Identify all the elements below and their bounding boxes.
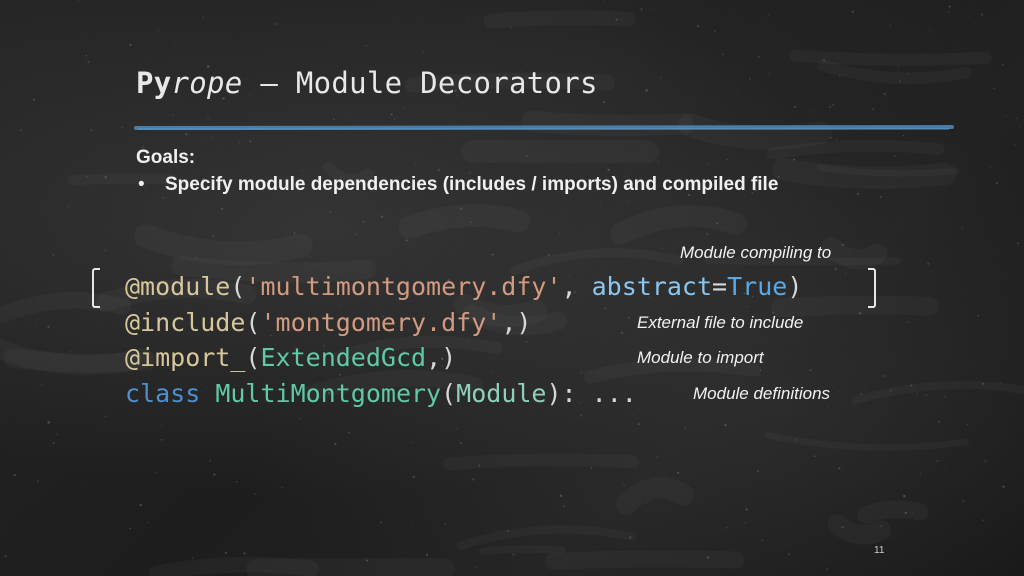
bullet-icon: • (138, 174, 145, 195)
code-base-class: Module (456, 379, 547, 408)
code-line-import: @import_(ExtendedGcd,) (125, 343, 456, 373)
code-ellipsis: ... (576, 379, 637, 408)
code-decorator: @import_ (125, 343, 246, 372)
code-comma: , (561, 272, 592, 301)
goal-item: Specify module dependencies (includes / … (165, 174, 779, 195)
code-paren: ) (787, 272, 803, 301)
code-kwarg: abstract (591, 272, 713, 301)
code-comma: , (501, 308, 517, 337)
code-equals: = (712, 272, 728, 301)
highlight-bracket-right (868, 268, 876, 308)
annotation-definitions: Module definitions (693, 384, 831, 403)
code-class-name: MultiMontgomery (215, 379, 442, 408)
code-identifier: ExtendedGcd (260, 343, 427, 372)
goals-heading: Goals: (136, 147, 196, 168)
code-paren: ): (546, 379, 577, 408)
slide: Pyrope – Module Decorators Goals: • Spec… (0, 0, 1024, 576)
slide-title: Pyrope – Module Decorators (136, 66, 598, 100)
code-line-module: @module('multimontgomery.dfy', abstract=… (125, 272, 802, 302)
annotation-compile: Module compiling to (680, 243, 832, 262)
code-line-include: @include('montgomery.dfy',) (125, 308, 531, 338)
code-string: 'montgomery.dfy' (260, 308, 502, 337)
title-py: Py (136, 66, 172, 100)
code-bool: True (727, 272, 788, 301)
title-rest: – Module Decorators (242, 66, 598, 100)
code-string: 'multimontgomery.dfy' (245, 272, 562, 301)
code-paren: ) (516, 308, 532, 337)
code-line-class: class MultiMontgomery(Module): ... (125, 379, 637, 409)
code-paren: ( (245, 308, 261, 337)
title-rope: rope (171, 66, 243, 100)
title-underline (134, 125, 954, 130)
highlight-bracket-left (92, 268, 100, 308)
code-paren: ) (441, 343, 457, 372)
page-number: 11 (874, 545, 885, 556)
code-decorator: @include (125, 308, 246, 337)
annotation-include: External file to include (637, 313, 804, 332)
code-comma: , (426, 343, 442, 372)
code-paren: ( (245, 343, 261, 372)
annotation-import: Module to import (637, 348, 764, 367)
code-keyword: class (125, 379, 201, 408)
code-paren: ( (441, 379, 457, 408)
code-decorator: @module (125, 272, 231, 301)
code-paren: ( (230, 272, 246, 301)
